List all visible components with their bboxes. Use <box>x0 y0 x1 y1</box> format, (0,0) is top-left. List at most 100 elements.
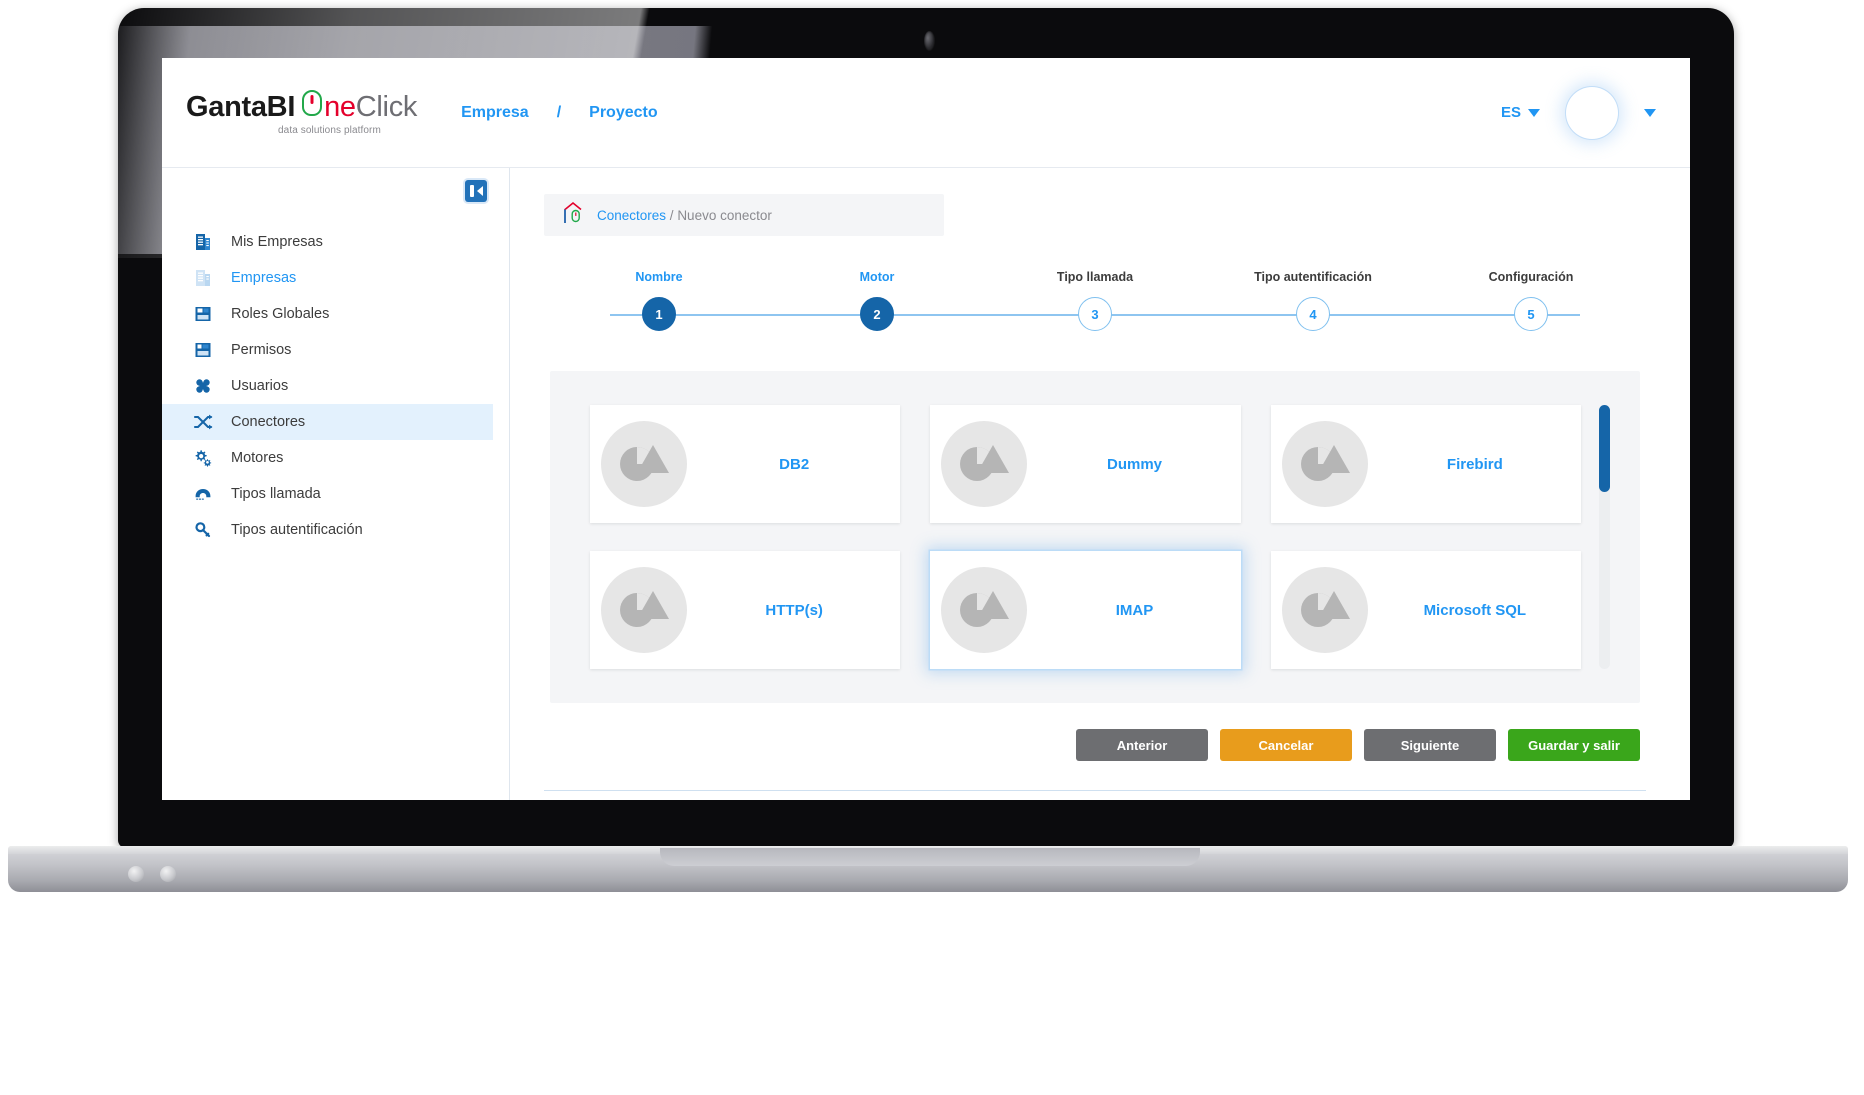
wizard-actions: Anterior Cancelar Siguiente Guardar y sa… <box>550 729 1640 761</box>
gears-icon <box>192 447 214 469</box>
laptop-mockup: GantaBI ne Click data solutions platform… <box>0 0 1864 1095</box>
base-dot-icon <box>160 866 176 882</box>
connector-card-firebird[interactable]: Firebird <box>1270 405 1581 523</box>
chevron-down-icon <box>1528 108 1540 117</box>
user-menu-chevron-down-icon[interactable] <box>1644 108 1656 117</box>
collapse-sidebar-button[interactable] <box>465 180 487 202</box>
sidebar-menu: Mis Empresas Empresas Roles Globales Per… <box>162 224 509 548</box>
app-footer <box>544 790 1646 800</box>
previous-button[interactable]: Anterior <box>1076 729 1208 761</box>
laptop-base-dots <box>128 866 176 882</box>
breadcrumb-current: Nuevo conector <box>677 207 772 223</box>
sidebar-item-usuarios[interactable]: Usuarios <box>162 368 493 404</box>
header-right-group: ES <box>1501 86 1656 139</box>
save-icon <box>192 339 214 361</box>
cancel-button[interactable]: Cancelar <box>1220 729 1352 761</box>
main-content: Conectores / Nuevo conector Nombre Motor… <box>510 168 1690 800</box>
connector-card-label: Microsoft SQL <box>1423 601 1527 619</box>
brand-logo[interactable]: GantaBI ne Click data solutions platform <box>186 89 418 136</box>
step-label-3: Tipo llamada <box>1056 270 1134 284</box>
sidebar-item-label: Conectores <box>231 414 306 430</box>
sidebar-item-mis-empresas[interactable]: Mis Empresas <box>162 224 493 260</box>
step-label-2: Motor <box>859 270 895 284</box>
connector-panel: DB2 Dummy Firebird HTTP(s) IMAP Microsof… <box>550 371 1640 703</box>
wizard-stepper: Nombre Motor Tipo llamada Tipo autentifi… <box>550 270 1640 331</box>
laptop-lid: GantaBI ne Click data solutions platform… <box>118 8 1734 848</box>
connectors-icon <box>192 411 214 433</box>
step-dot-2[interactable]: 2 <box>860 297 894 331</box>
building-icon <box>192 231 214 253</box>
stepper-track: 1 2 3 4 5 <box>550 297 1640 331</box>
sidebar-item-motores[interactable]: Motores <box>162 440 493 476</box>
step-slot-3: 3 <box>986 297 1204 331</box>
save-and-exit-button[interactable]: Guardar y salir <box>1508 729 1640 761</box>
step-label-4: Tipo autentificación <box>1254 270 1372 284</box>
sidebar-item-tipos-autentificacion[interactable]: Tipos autentificación <box>162 512 493 548</box>
step-dot-5[interactable]: 5 <box>1514 297 1548 331</box>
users-icon <box>192 375 214 397</box>
step-slot-2: 2 <box>768 297 986 331</box>
step-slot-5: 5 <box>1422 297 1640 331</box>
brand-gantabi-text: GantaBI <box>186 90 296 123</box>
connector-placeholder-icon <box>1275 560 1375 660</box>
breadcrumb-text: Conectores / Nuevo conector <box>597 208 772 223</box>
language-selector[interactable]: ES <box>1501 104 1540 121</box>
sidebar-item-label: Tipos llamada <box>231 486 321 502</box>
connector-card-microsoft-sql[interactable]: Microsoft SQL <box>1270 551 1581 669</box>
connector-card-label: Firebird <box>1446 455 1503 473</box>
connector-card-label: DB2 <box>779 455 810 473</box>
step-dot-3[interactable]: 3 <box>1078 297 1112 331</box>
brand-o-icon <box>302 89 323 116</box>
brand-ne-text: ne <box>324 90 356 123</box>
laptop-base-notch <box>660 848 1200 866</box>
breadcrumb: Conectores / Nuevo conector <box>544 194 944 236</box>
connector-card-dummy[interactable]: Dummy <box>930 405 1241 523</box>
step-dot-1[interactable]: 1 <box>642 297 676 331</box>
home-logo-icon[interactable] <box>560 200 586 231</box>
connector-grid: DB2 Dummy Firebird HTTP(s) IMAP Microsof… <box>590 405 1581 669</box>
key-icon <box>192 519 214 541</box>
collapse-bar-icon <box>469 185 474 197</box>
sidebar-item-label: Mis Empresas <box>231 234 323 250</box>
sidebar-item-label: Motores <box>231 450 284 466</box>
sidebar-item-label: Permisos <box>231 342 292 358</box>
connector-card-label: Dummy <box>1106 455 1162 473</box>
nav-link-proyecto[interactable]: Proyecto <box>589 104 657 122</box>
sidebar-item-label: Tipos autentificación <box>231 522 363 538</box>
language-code: ES <box>1500 104 1521 121</box>
connector-scrollbar-thumb[interactable] <box>1599 405 1610 493</box>
save-roles-icon <box>192 303 214 325</box>
nav-link-empresa[interactable]: Empresa <box>461 104 529 122</box>
connector-card-db2[interactable]: DB2 <box>590 405 901 523</box>
stepper-labels: Nombre Motor Tipo llamada Tipo autentifi… <box>550 270 1640 284</box>
connector-placeholder-icon <box>934 560 1034 660</box>
next-button[interactable]: Siguiente <box>1364 729 1496 761</box>
building-light-icon <box>192 267 214 289</box>
sidebar-item-empresas[interactable]: Empresas <box>162 260 493 296</box>
avatar[interactable] <box>1566 86 1618 139</box>
sidebar-item-tipos-llamada[interactable]: Tipos llamada <box>162 476 493 512</box>
base-dot-icon <box>128 866 144 882</box>
sidebar: Mis Empresas Empresas Roles Globales Per… <box>162 168 510 800</box>
brand-click-text: Click <box>355 90 418 123</box>
connector-card-imap[interactable]: IMAP <box>930 551 1241 669</box>
step-dot-4[interactable]: 4 <box>1296 297 1330 331</box>
webcam-icon <box>924 31 935 51</box>
app-body: Mis Empresas Empresas Roles Globales Per… <box>162 168 1690 800</box>
connector-card-label: IMAP <box>1115 601 1154 619</box>
laptop-screen: GantaBI ne Click data solutions platform… <box>162 58 1690 800</box>
connector-card-https[interactable]: HTTP(s) <box>590 551 901 669</box>
brand-wordmark: GantaBI ne Click <box>186 89 418 124</box>
breadcrumb-link-conectores[interactable]: Conectores <box>597 208 666 223</box>
sidebar-item-label: Roles Globales <box>231 306 330 322</box>
sidebar-item-permisos[interactable]: Permisos <box>162 332 493 368</box>
sidebar-item-roles-globales[interactable]: Roles Globales <box>162 296 493 332</box>
stepper-dots: 1 2 3 4 5 <box>550 297 1640 331</box>
app-window: GantaBI ne Click data solutions platform… <box>162 58 1690 800</box>
app-header: GantaBI ne Click data solutions platform… <box>162 58 1690 168</box>
step-label-1: Nombre <box>635 270 683 284</box>
connector-scrollbar[interactable] <box>1599 405 1610 669</box>
connector-placeholder-icon <box>1275 414 1375 514</box>
sidebar-item-conectores[interactable]: Conectores <box>162 404 493 440</box>
sidebar-item-label: Usuarios <box>231 378 289 394</box>
